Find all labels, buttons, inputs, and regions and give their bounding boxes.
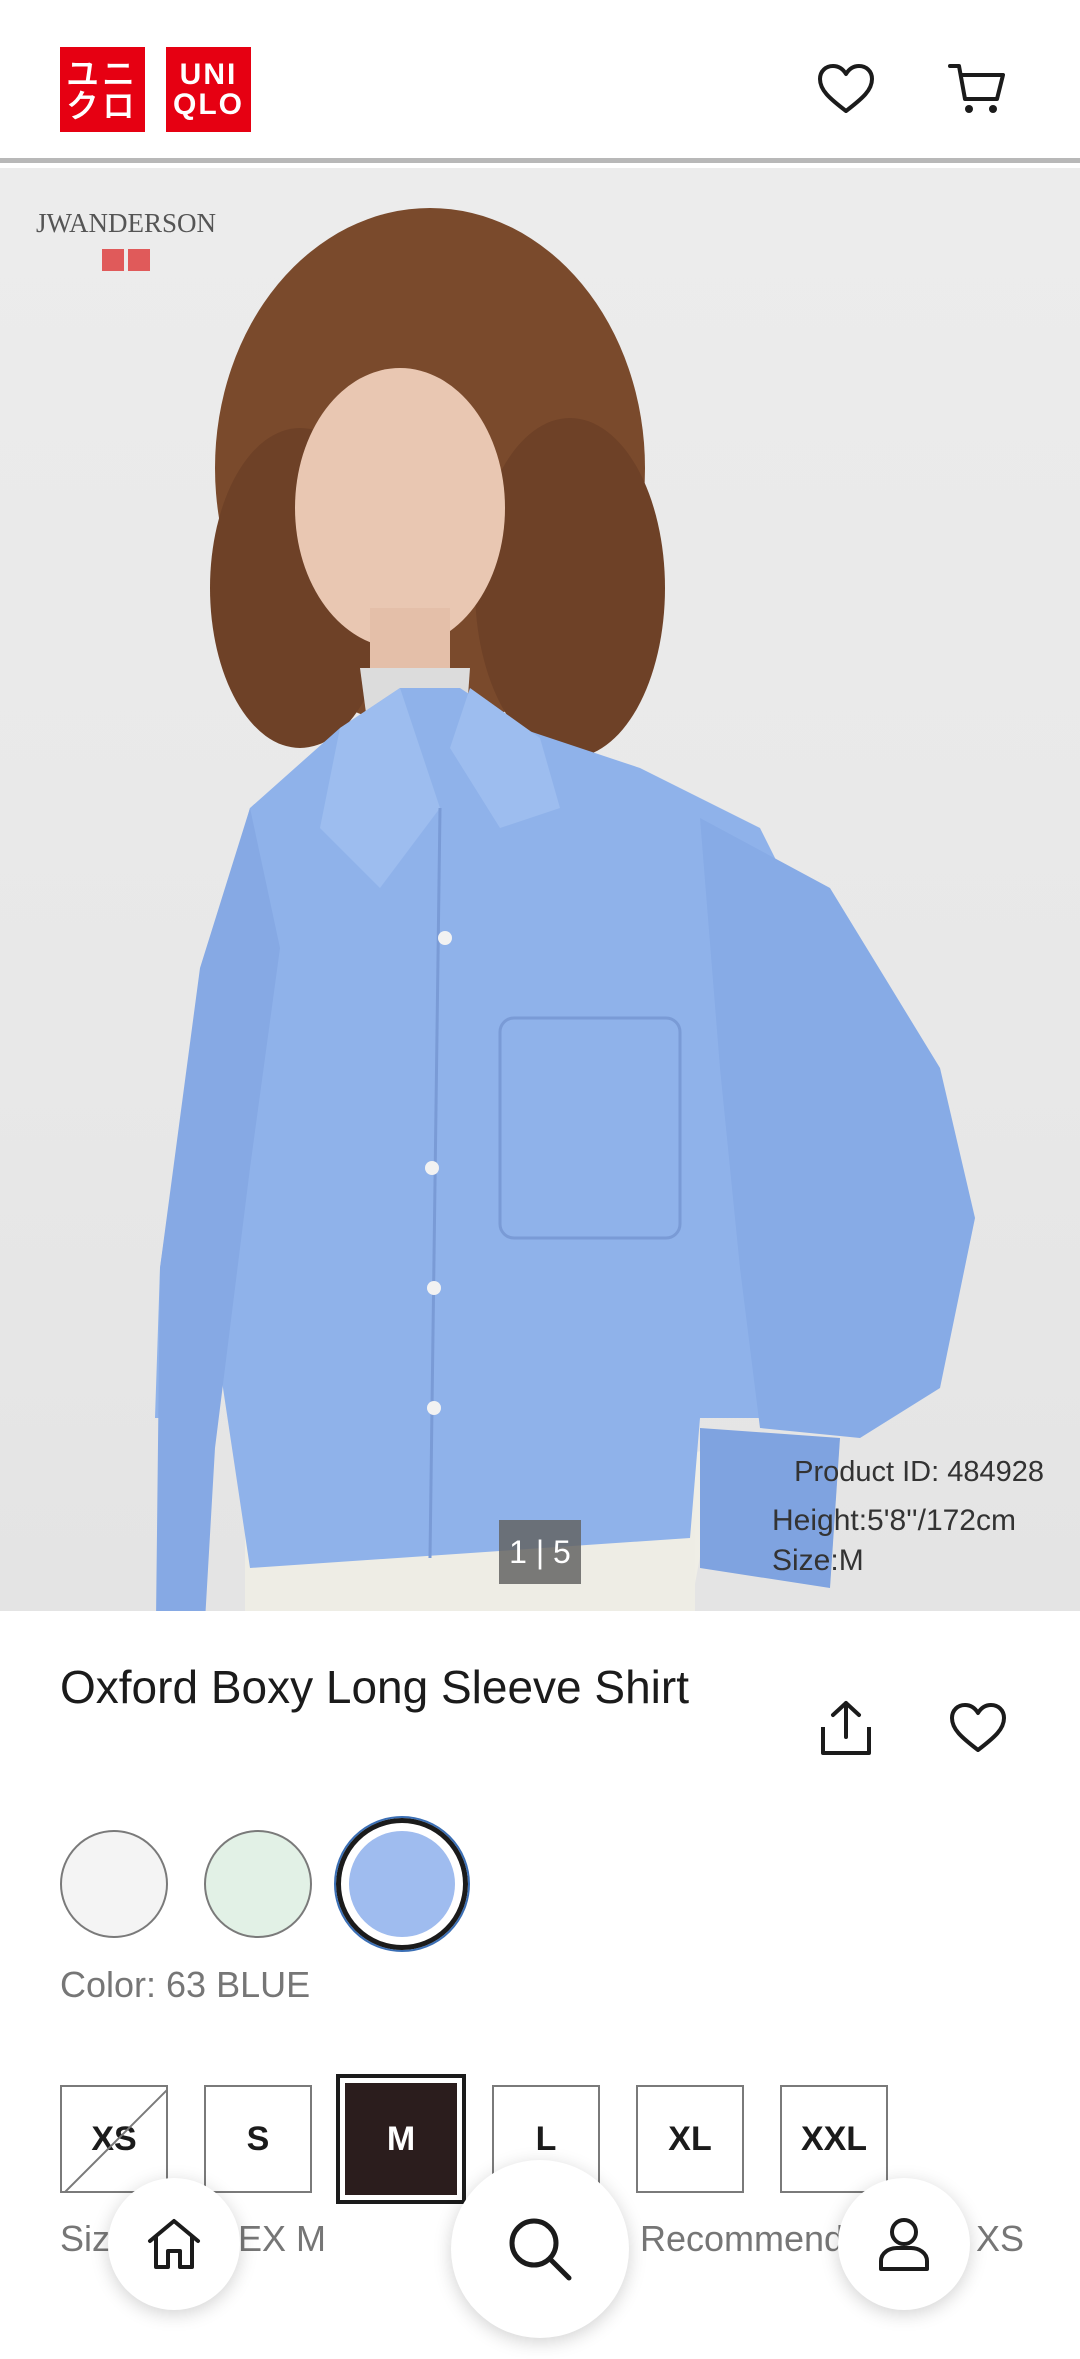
search-icon: [509, 2218, 572, 2281]
size-label: XXL: [800, 2119, 868, 2158]
wishlist-button[interactable]: [811, 54, 881, 124]
home-icon: [148, 2219, 200, 2269]
swatch-fill: [349, 1831, 455, 1937]
product-photo: [155, 208, 975, 1611]
product-image-carousel[interactable]: JWANDERSON Product ID: 484928 Height:5'8…: [0, 168, 1080, 1611]
product-title: Oxford Boxy Long Sleeve Shirt: [60, 1661, 689, 1713]
size-label: XL: [668, 2119, 712, 2158]
logo-bottom: QLO: [173, 87, 244, 121]
heart-icon: [818, 64, 874, 113]
image-pager: 1 | 5: [499, 1520, 581, 1584]
size-note-end: XS: [976, 2218, 1025, 2259]
app-header: ユニ クロ UNI QLO: [0, 0, 1080, 163]
size-label: M: [386, 2119, 416, 2158]
logo-latin-box: UNI QLO: [166, 47, 251, 132]
model-info-overlay: Height:5'8''/172cm Size:M: [772, 1501, 1016, 1581]
size-option-xs[interactable]: XS: [60, 2085, 168, 2193]
color-swatch-off-white[interactable]: [60, 1830, 168, 1938]
logo-kata-bottom: クロ: [66, 87, 139, 124]
size-option-xxl[interactable]: XXL: [780, 2085, 888, 2193]
size-label: L: [535, 2119, 557, 2158]
logo-top: UNI: [179, 57, 238, 91]
nav-account-button[interactable]: [838, 2178, 970, 2310]
color-swatch-light-green[interactable]: [204, 1830, 312, 1938]
account-icon: [879, 2218, 929, 2271]
selected-color-label: Color: 63 BLUE: [60, 1964, 311, 2005]
size-note-mid: EX M: [238, 2218, 327, 2259]
size-option-xl[interactable]: XL: [636, 2085, 744, 2193]
share-icon: [821, 1701, 871, 1755]
size-label: S: [246, 2119, 270, 2158]
product-id-overlay: Product ID: 484928: [794, 1456, 1044, 1488]
mini-uniqlo-logo: [36, 249, 216, 271]
logo-kata-top: ユニ: [66, 55, 139, 92]
collab-brand-text: JWANDERSON: [36, 208, 217, 238]
heart-icon: [950, 1703, 1006, 1752]
add-to-wishlist-button[interactable]: [942, 1692, 1014, 1764]
size-option-s[interactable]: S: [204, 2085, 312, 2193]
size-note-right: Recommend: [640, 2218, 845, 2259]
nav-home-button[interactable]: [108, 2178, 240, 2310]
unavailable-slash: [63, 2087, 166, 2191]
cart-button[interactable]: [942, 54, 1012, 124]
nav-search-button[interactable]: [451, 2160, 629, 2338]
model-height: Height:5'8''/172cm: [772, 1504, 1016, 1537]
size-option-m[interactable]: M: [336, 2074, 466, 2204]
size-note-left: Siz: [60, 2218, 111, 2259]
collab-brand-mark: JWANDERSON: [36, 208, 216, 271]
model-size: Size:M: [772, 1544, 864, 1577]
uniqlo-logo[interactable]: ユニ クロ UNI QLO: [60, 47, 251, 132]
color-swatch-blue[interactable]: [334, 1816, 470, 1952]
cart-icon: [948, 64, 1005, 113]
logo-katakana-box: ユニ クロ: [60, 47, 145, 132]
share-button[interactable]: [810, 1692, 882, 1764]
